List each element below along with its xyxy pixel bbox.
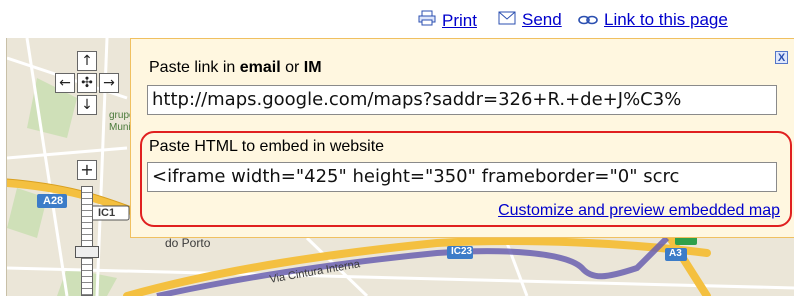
pan-up-button[interactable]: ↑ bbox=[77, 51, 97, 71]
pan-down-button[interactable]: ↓ bbox=[77, 95, 97, 115]
print-link[interactable]: Print bbox=[418, 10, 477, 31]
close-icon[interactable]: X bbox=[775, 51, 788, 64]
link-heading: Paste link in email or IM bbox=[149, 59, 322, 76]
chain-link-icon bbox=[578, 10, 598, 30]
send-label: Send bbox=[522, 10, 562, 29]
link-url-field[interactable]: http://maps.google.com/maps?saddr=326+R.… bbox=[147, 85, 777, 115]
zoom-slider-handle[interactable] bbox=[75, 246, 99, 258]
zoom-slider[interactable] bbox=[81, 186, 93, 296]
embed-heading: Paste HTML to embed in website bbox=[149, 138, 385, 155]
road-label-a28: A28 bbox=[43, 195, 64, 207]
pan-right-button[interactable]: → bbox=[99, 73, 119, 93]
pan-center-button[interactable]: ✣ bbox=[77, 73, 97, 93]
road-label-a3: A3 bbox=[669, 248, 682, 259]
printer-icon bbox=[418, 10, 436, 31]
print-label: Print bbox=[442, 10, 477, 30]
zoom-in-button[interactable]: + bbox=[77, 160, 97, 180]
place-label-do-porto: do Porto bbox=[165, 236, 211, 250]
envelope-icon bbox=[498, 10, 516, 30]
link-to-page[interactable]: Link to this page bbox=[578, 10, 728, 30]
road-label-ic1: IC1 bbox=[98, 207, 116, 219]
pan-left-button[interactable]: ← bbox=[55, 73, 75, 93]
link-label: Link to this page bbox=[604, 10, 728, 29]
map-toolbar: Print Send Link to this page bbox=[0, 0, 794, 38]
road-label-ic23: IC23 bbox=[451, 246, 473, 257]
send-link[interactable]: Send bbox=[498, 10, 562, 30]
customize-embedded-map-link[interactable]: Customize and preview embedded map bbox=[498, 202, 780, 220]
embed-html-field[interactable]: <iframe width="425" height="350" framebo… bbox=[147, 162, 777, 192]
